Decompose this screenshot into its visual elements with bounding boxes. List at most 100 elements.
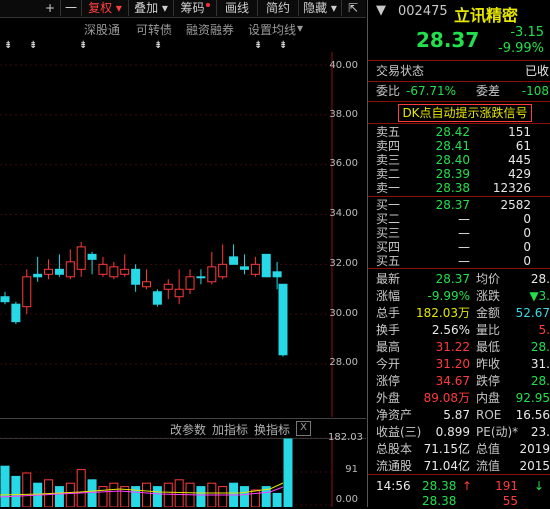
yincang-button[interactable]: 隐藏 ▾ (299, 0, 342, 16)
bid-level-label: 买五 (376, 254, 401, 268)
ask-level-row[interactable]: 卖二 28.39 429 (368, 167, 550, 181)
ask-level-row[interactable]: 卖五 28.42 151 (368, 125, 550, 139)
stat-value: 28. (530, 272, 550, 286)
volume-bar (54, 486, 64, 507)
stat-label: 今开 (376, 357, 401, 371)
stat-label: 最新 (376, 272, 401, 286)
stat-value: 16.56 (515, 408, 550, 422)
zoom-in-button[interactable]: + (40, 0, 61, 16)
close-icon[interactable]: X (296, 421, 311, 436)
ask-level-row[interactable]: 卖三 28.40 445 (368, 153, 550, 167)
weibi-row: 委比 -67.71% 委差 -108 (368, 83, 550, 99)
kezhuanzhai-link[interactable]: 可转债 (136, 21, 172, 38)
dk-signal-banner[interactable]: DK点自动提示涨跌信号 (398, 104, 532, 122)
stat-value: 71.15亿 (423, 442, 470, 456)
stat-label: 昨收 (476, 357, 501, 371)
candle-body (109, 266, 119, 278)
volume-bar (163, 482, 173, 507)
quote-panel: ▼ 002475 立讯精密 28.37 -3.15 -9.99% 交易状态 已收… (367, 0, 550, 508)
ask-level-volume: 61 (515, 139, 531, 153)
huan-zhibiao-button[interactable]: 换指标 (254, 421, 290, 438)
stat-value: 5. (538, 323, 550, 337)
ask-level-volume: 429 (508, 167, 531, 181)
fuquan-button[interactable]: 复权 ▾ (82, 0, 129, 16)
stat-label: 外盘 (376, 391, 401, 405)
status-row: 交易状态 已收 (368, 63, 550, 79)
bid-level-row[interactable]: 买一 28.37 2582 (368, 198, 550, 212)
ask-level-row[interactable]: 卖四 28.41 61 (368, 139, 550, 153)
volume-bar (196, 486, 206, 507)
price-change-pct: -9.99% (498, 41, 544, 56)
status-value: 已收 (524, 64, 549, 78)
stat-value: 28. (530, 340, 550, 354)
volume-chart-svg[interactable] (0, 437, 366, 507)
candle-body (239, 266, 249, 270)
volume-bar (87, 479, 97, 507)
bid-level-row[interactable]: 买三 — 0 (368, 226, 550, 240)
candle-body (0, 296, 10, 303)
stat-label: 最低 (476, 340, 501, 354)
event-marker-icon[interactable]: ⇟ (79, 40, 87, 51)
stat-label: 量比 (476, 323, 501, 337)
diejia-label: 叠加 (134, 1, 159, 15)
current-price: 28.37 (416, 28, 480, 52)
shengutong-link[interactable]: 深股通 (84, 21, 120, 38)
candle-body (54, 268, 64, 275)
event-marker-icon[interactable]: ⇟ (254, 40, 262, 51)
bid-level-row[interactable]: 买五 — 0 (368, 254, 550, 268)
stock-code: 002475 (398, 4, 448, 19)
ask-level-label: 卖二 (376, 167, 401, 181)
huaxian-button[interactable]: 画线 (217, 0, 258, 16)
price-candlestick-svg[interactable] (0, 52, 366, 417)
stat-label: 涨幅 (376, 289, 401, 303)
ask-level-price: 28.40 (435, 153, 470, 167)
candle-body (218, 263, 228, 278)
ask-level-label: 卖三 (376, 153, 401, 167)
stat-row: 收益(三) 0.899 PE(动)* 23. (368, 424, 550, 440)
jianyue-button[interactable]: 简约 (258, 0, 299, 16)
rongzirongquan-link[interactable]: 融资融券 (186, 21, 234, 38)
price-axis-label: 32.00 (329, 258, 358, 269)
price-axis-label: 28.00 (329, 357, 358, 368)
chouma-label: 筹码 (180, 1, 205, 15)
event-marker-icon[interactable]: ⇟ (4, 40, 12, 51)
stat-value: ▼3. (529, 289, 550, 303)
tick-row[interactable]: 14:56 28.38 ↑ 191 ↓ (368, 478, 550, 494)
event-marker-icon[interactable]: ⇟ (29, 40, 37, 51)
ask-level-row[interactable]: 卖一 28.38 12326 (368, 181, 550, 195)
expand-icon[interactable]: ⇱ (342, 0, 364, 16)
chouma-button[interactable]: 筹码 (174, 0, 217, 16)
candle-body (33, 273, 43, 278)
stat-value: 31. (530, 357, 550, 371)
diejia-button[interactable]: 叠加 ▾ (129, 0, 174, 16)
candle-body (163, 283, 173, 290)
volume-bar (174, 479, 184, 507)
expand-panel-icon[interactable]: ▼ (376, 3, 386, 18)
yincang-label: 隐藏 (303, 1, 328, 15)
bid-level-row[interactable]: 买四 — 0 (368, 240, 550, 254)
jia-zhibiao-button[interactable]: 加指标 (212, 421, 248, 438)
zoom-out-button[interactable]: 一 (61, 0, 82, 16)
stat-row: 净资产 5.87 ROE 16.56 (368, 407, 550, 423)
volume-bar (76, 469, 86, 507)
stat-row: 外盘 89.08万 内盘 92.95 (368, 390, 550, 406)
bid-level-row[interactable]: 买二 — 0 (368, 212, 550, 226)
stat-row: 最高 31.22 最低 28. (368, 339, 550, 355)
stat-row: 涨幅 -9.99% 涨跌 ▼3. (368, 288, 550, 304)
kline-chart-area[interactable]: + 一 复权 ▾ 叠加 ▾ 筹码 画线 简约 隐藏 ▾ ⇱ 深股通 可转债 融资… (0, 0, 366, 507)
ask-level-volume: 12326 (492, 181, 531, 195)
weibi-label: 委比 (376, 84, 401, 98)
event-marker-icon[interactable]: ⇟ (279, 40, 287, 51)
stat-value: 23. (530, 425, 550, 439)
volume-bar (142, 482, 151, 507)
candle-body (196, 276, 206, 279)
ask-level-label: 卖一 (376, 181, 401, 195)
chevron-down-icon[interactable]: ▾ (297, 21, 303, 35)
divider (368, 101, 550, 102)
volume-axis-label: 0.00 (335, 494, 358, 505)
divider (368, 60, 550, 61)
shezhi-junxian-link[interactable]: 设置均线 (248, 21, 296, 38)
stat-label: 涨停 (376, 374, 401, 388)
gai-canshu-button[interactable]: 改参数 (170, 421, 206, 438)
event-marker-icon[interactable]: ⇟ (154, 40, 162, 51)
